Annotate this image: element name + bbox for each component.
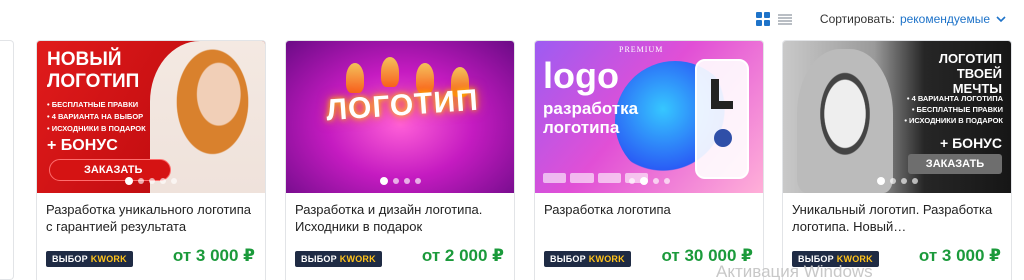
carousel-dot[interactable] — [414, 178, 421, 184]
headline-line-1: ЛОГОТИП — [938, 51, 1002, 66]
gig-card[interactable]: ЛОГОТИП ТВОЕЙ МЕЧТЫ • 4 ВАРИАНТА ЛОГОТИП… — [782, 40, 1012, 280]
previous-card-edge — [0, 40, 14, 280]
gig-price: от 2 000 ₽ — [421, 246, 504, 265]
gig-price: от 3 000 ₽ — [172, 246, 255, 265]
kwork-choice-badge: ВЫБОР KWORK — [46, 251, 133, 267]
list-view-icon[interactable] — [777, 14, 792, 25]
gig-image[interactable]: НОВЫЙ ЛОГОТИП • БЕСПЛАТНЫЕ ПРАВКИ • 4 ВА… — [37, 41, 265, 193]
image-bonus: + БОНУС — [47, 137, 118, 154]
carousel-dot[interactable] — [628, 178, 635, 184]
carousel-dot[interactable] — [379, 177, 388, 185]
flame-shape — [381, 57, 399, 87]
bullet: • ИСХОДНИКИ В ПОДАРОК — [47, 124, 146, 133]
carousel-dot[interactable] — [171, 178, 177, 184]
carousel-dot[interactable] — [160, 178, 166, 184]
image-headline: НОВЫЙ ЛОГОТИП — [47, 49, 139, 93]
sort-label: Сортировать: — [819, 12, 895, 26]
carousel-dots — [535, 177, 763, 185]
carousel-dot[interactable] — [911, 178, 918, 184]
badge-brand: KWORK — [588, 254, 625, 264]
bullet: • 4 ВАРИАНТА НА ВЫБОР — [47, 112, 144, 121]
subtitle-line-1: разработка — [543, 99, 639, 118]
gig-card[interactable]: ЛОГОТИП Разработка и дизайн логотипа. Ис… — [285, 40, 515, 280]
image-bonus: + БОНУС — [940, 135, 1002, 151]
sort-toolbar: Сортировать: рекомендуемые — [755, 8, 1006, 30]
carousel-dot[interactable] — [403, 178, 410, 184]
kwork-choice-badge: ВЫБОР KWORK — [544, 251, 631, 267]
gig-title[interactable]: Разработка уникального логотипа с гарант… — [46, 201, 257, 235]
flame-shape — [346, 63, 364, 93]
carousel-dots — [37, 177, 265, 185]
carousel-dot[interactable] — [138, 178, 144, 184]
carousel-dot[interactable] — [900, 178, 907, 184]
headline-line-2: ТВОЕЙ МЕЧТЫ — [952, 66, 1002, 96]
image-bullets: • БЕСПЛАТНЫЕ ПРАВКИ • 4 ВАРИАНТА НА ВЫБО… — [47, 99, 146, 135]
image-order-label: ЗАКАЗАТЬ — [908, 154, 1002, 174]
badge-text: ВЫБОР — [301, 254, 337, 264]
badge-text: ВЫБОР — [550, 254, 586, 264]
image-bullets: • 4 ВАРИАНТА ЛОГОТИПА • БЕСПЛАТНЫЕ ПРАВК… — [895, 93, 1003, 126]
carousel-dot[interactable] — [125, 177, 133, 185]
image-headline: ЛОГОТИП ТВОЕЙ МЕЧТЫ — [908, 51, 1002, 96]
bullet: • БЕСПЛАТНЫЕ ПРАВКИ — [47, 100, 139, 109]
gig-image[interactable]: ЛОГОТИП — [286, 41, 514, 193]
badge-text: ВЫБОР — [52, 254, 88, 264]
chevron-down-icon — [996, 16, 1006, 23]
grid-view-icon[interactable] — [755, 12, 770, 26]
image-premium-label: PREMIUM — [619, 45, 664, 54]
avatar — [714, 129, 732, 147]
sort-dropdown[interactable]: рекомендуемые — [900, 12, 1006, 26]
carousel-dot[interactable] — [876, 177, 885, 185]
bullet: • 4 ВАРИАНТА ЛОГОТИПА — [906, 94, 1003, 103]
carousel-dot[interactable] — [663, 178, 670, 184]
carousel-dot[interactable] — [652, 178, 659, 184]
gig-price: от 3 000 ₽ — [918, 246, 1001, 265]
gig-title[interactable]: Уникальный логотип. Разработка логотипа.… — [792, 201, 1003, 235]
headline-line-1: НОВЫЙ — [47, 49, 122, 70]
badge-brand: KWORK — [90, 254, 127, 264]
gig-image[interactable]: PREMIUM logo разработка логотипа — [535, 41, 763, 193]
image-subtitle: разработка логотипа — [543, 99, 638, 137]
illustrated-portrait — [797, 49, 893, 193]
gig-title[interactable]: Разработка логотипа — [544, 201, 755, 218]
badge-brand: KWORK — [339, 254, 376, 264]
carousel-dots — [783, 177, 1011, 185]
gig-card[interactable]: НОВЫЙ ЛОГОТИП • БЕСПЛАТНЫЕ ПРАВКИ • 4 ВА… — [36, 40, 266, 280]
gig-card[interactable]: PREMIUM logo разработка логотипа Разрабо… — [534, 40, 764, 280]
headline-line-2: ЛОГОТИП — [47, 71, 140, 92]
gig-title[interactable]: Разработка и дизайн логотипа. Исходники … — [295, 201, 506, 235]
sort-value: рекомендуемые — [899, 12, 990, 26]
bullet: • ИСХОДНИКИ В ПОДАРОК — [904, 116, 1003, 125]
carousel-dot[interactable] — [392, 178, 399, 184]
bullet: • БЕСПЛАТНЫЕ ПРАВКИ — [911, 105, 1003, 114]
carousel-dots — [286, 177, 514, 185]
image-logo-word: logo — [543, 55, 619, 96]
carousel-dot[interactable] — [639, 177, 648, 185]
windows-activation-watermark: Активация Windows — [716, 262, 873, 280]
phone-mockup — [695, 59, 749, 179]
kwork-choice-badge: ВЫБОР KWORK — [295, 251, 382, 267]
carousel-dot[interactable] — [889, 178, 896, 184]
subtitle-line-2: логотипа — [543, 118, 620, 137]
carousel-dot[interactable] — [149, 178, 155, 184]
letter-l-logo — [711, 79, 733, 109]
gig-image[interactable]: ЛОГОТИП ТВОЕЙ МЕЧТЫ • 4 ВАРИАНТА ЛОГОТИП… — [783, 41, 1011, 193]
